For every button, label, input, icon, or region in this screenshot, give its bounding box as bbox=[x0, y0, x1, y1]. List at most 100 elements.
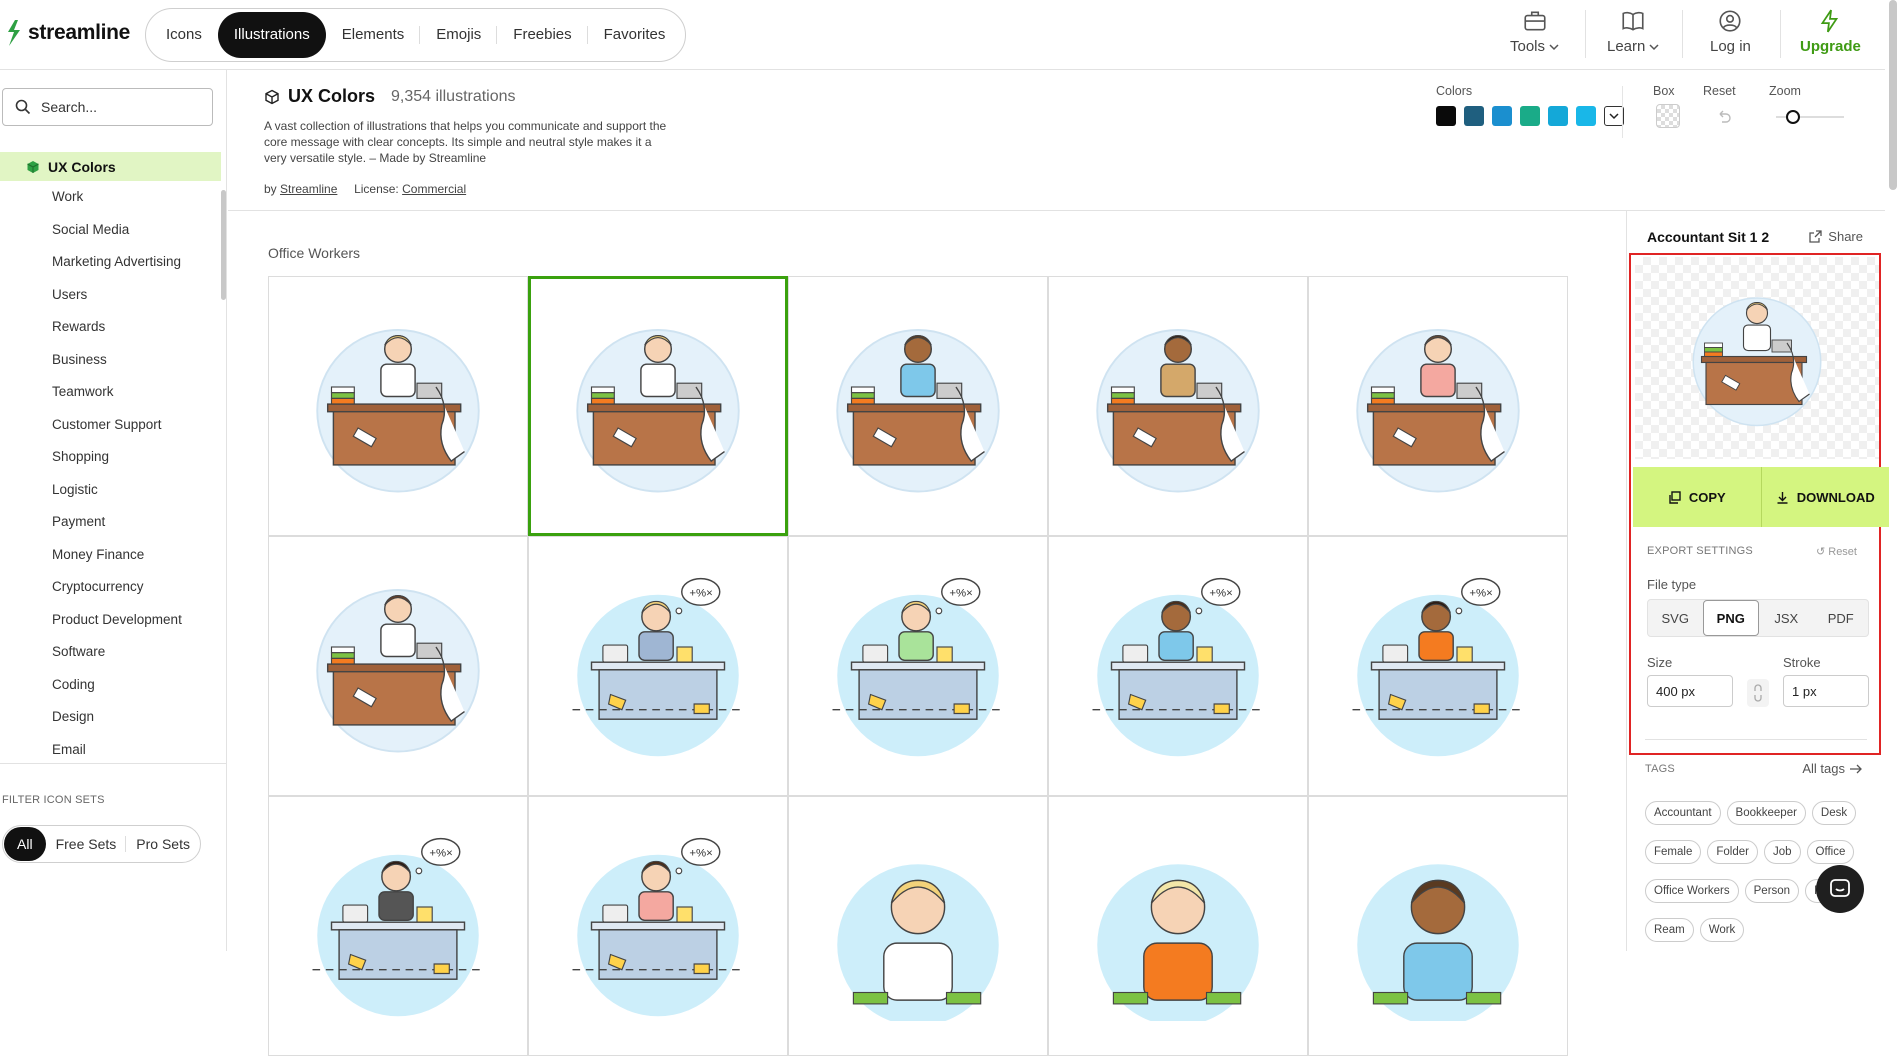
illustration-art bbox=[1356, 329, 1520, 493]
tag-chip[interactable]: Work bbox=[1699, 918, 1745, 942]
illustration-card[interactable] bbox=[1048, 796, 1308, 1056]
upgrade-button[interactable]: Upgrade bbox=[1800, 8, 1861, 55]
stroke-input[interactable]: 1 px bbox=[1783, 675, 1869, 707]
learn-menu[interactable]: Learn bbox=[1607, 8, 1659, 55]
nav-divider bbox=[1682, 10, 1683, 58]
illustration-card[interactable] bbox=[1308, 796, 1568, 1056]
color-swatches bbox=[1436, 106, 1624, 126]
download-icon bbox=[1777, 491, 1788, 504]
zoom-slider-handle[interactable] bbox=[1786, 110, 1800, 124]
illustration-card[interactable] bbox=[1048, 276, 1308, 536]
color-swatch[interactable] bbox=[1464, 106, 1484, 126]
tab-emojis[interactable]: Emojis bbox=[420, 12, 498, 58]
tab-freebies[interactable]: Freebies bbox=[497, 12, 589, 58]
illustration-card[interactable] bbox=[268, 536, 528, 796]
export-reset-label: Reset bbox=[1828, 546, 1857, 558]
sidebar-item-product-development[interactable]: Product Development bbox=[0, 604, 221, 637]
box-background-toggle[interactable] bbox=[1656, 104, 1680, 128]
filetype-svg[interactable]: SVG bbox=[1648, 600, 1703, 636]
chevron-down-icon bbox=[1649, 43, 1659, 50]
copy-button[interactable]: COPY bbox=[1633, 467, 1761, 527]
tab-elements[interactable]: Elements bbox=[326, 12, 421, 58]
tag-chip[interactable]: Accountant bbox=[1645, 801, 1721, 825]
filetype-jsx[interactable]: JSX bbox=[1759, 600, 1814, 636]
user-circle-icon bbox=[1719, 10, 1741, 32]
color-swatch[interactable] bbox=[1492, 106, 1512, 126]
search-input[interactable] bbox=[41, 99, 201, 115]
sidebar-item-software[interactable]: Software bbox=[0, 636, 221, 669]
illustration-card[interactable]: +%× bbox=[788, 536, 1048, 796]
sidebar-item-teamwork[interactable]: Teamwork bbox=[0, 376, 221, 409]
tab-illustrations[interactable]: Illustrations bbox=[217, 12, 326, 58]
illustration-card[interactable] bbox=[268, 276, 528, 536]
sidebar-item-email[interactable]: Email bbox=[0, 734, 221, 767]
undo-icon[interactable] bbox=[1716, 108, 1732, 124]
filter-sets-label: FILTER ICON SETS bbox=[2, 794, 105, 806]
sidebar-item-rewards[interactable]: Rewards bbox=[0, 311, 221, 344]
tag-chip[interactable]: Desk bbox=[1811, 801, 1857, 825]
svg-text:+%×: +%× bbox=[1469, 588, 1492, 600]
sidebar-item-ux-colors[interactable]: UX Colors bbox=[0, 152, 221, 181]
color-swatch[interactable] bbox=[1436, 106, 1456, 126]
illustration-card[interactable] bbox=[1308, 276, 1568, 536]
filetype-png[interactable]: PNG bbox=[1702, 600, 1759, 636]
sidebar-item-social-media[interactable]: Social Media bbox=[0, 214, 221, 247]
tab-favorites[interactable]: Favorites bbox=[588, 12, 682, 58]
illustration-card[interactable] bbox=[528, 276, 788, 536]
sidebar-item-logistic[interactable]: Logistic bbox=[0, 474, 221, 507]
color-swatch[interactable] bbox=[1576, 106, 1596, 126]
size-input[interactable]: 400 px bbox=[1647, 675, 1733, 707]
sidebar-item-customer-support[interactable]: Customer Support bbox=[0, 409, 221, 442]
brand-logo[interactable]: streamline bbox=[6, 20, 130, 46]
sidebar-scrollbar[interactable] bbox=[221, 190, 226, 300]
all-tags-link[interactable]: All tags bbox=[1802, 761, 1863, 776]
tab-icons[interactable]: Icons bbox=[150, 12, 218, 58]
panel-divider bbox=[1645, 739, 1867, 740]
colors-dropdown-button[interactable] bbox=[1604, 106, 1624, 126]
download-button[interactable]: DOWNLOAD bbox=[1760, 467, 1889, 527]
color-swatch[interactable] bbox=[1520, 106, 1540, 126]
sidebar-item-payment[interactable]: Payment bbox=[0, 506, 221, 539]
search-box[interactable] bbox=[2, 88, 213, 126]
link-proportions-button[interactable] bbox=[1747, 679, 1769, 707]
tag-chip[interactable]: Ream bbox=[1645, 918, 1694, 942]
sidebar-item-shopping[interactable]: Shopping bbox=[0, 441, 221, 474]
stroke-label: Stroke bbox=[1783, 655, 1821, 670]
sidebar-item-users[interactable]: Users bbox=[0, 279, 221, 312]
filetype-pdf[interactable]: PDF bbox=[1814, 600, 1869, 636]
export-reset-button[interactable]: ↺ Reset bbox=[1816, 545, 1857, 558]
tag-chip[interactable]: Folder bbox=[1707, 840, 1758, 864]
chat-support-button[interactable] bbox=[1816, 865, 1864, 913]
tag-chip[interactable]: Person bbox=[1744, 879, 1800, 903]
illustration-card[interactable]: +%× bbox=[1308, 536, 1568, 796]
illustration-card[interactable]: +%× bbox=[268, 796, 528, 1056]
share-button[interactable]: Share bbox=[1809, 229, 1863, 244]
page-scrollbar[interactable] bbox=[1889, 0, 1897, 190]
filter-free-sets[interactable]: Free Sets bbox=[46, 827, 127, 861]
illustration-card[interactable]: +%× bbox=[1048, 536, 1308, 796]
login-button[interactable]: Log in bbox=[1710, 8, 1751, 55]
color-swatch[interactable] bbox=[1548, 106, 1568, 126]
illustration-card[interactable] bbox=[788, 276, 1048, 536]
illustration-card[interactable] bbox=[788, 796, 1048, 1056]
author-link[interactable]: Streamline bbox=[280, 182, 337, 196]
sidebar-item-business[interactable]: Business bbox=[0, 344, 221, 377]
illustration-card[interactable]: +%× bbox=[528, 796, 788, 1056]
sidebar-item-work[interactable]: Work bbox=[0, 181, 221, 214]
tag-chip[interactable]: Office bbox=[1806, 840, 1855, 864]
tag-chip[interactable]: Female bbox=[1645, 840, 1702, 864]
sidebar-item-marketing-advertising[interactable]: Marketing Advertising bbox=[0, 246, 221, 279]
filter-pro-sets[interactable]: Pro Sets bbox=[126, 827, 200, 861]
tag-chip[interactable]: Office Workers bbox=[1645, 879, 1739, 903]
sidebar-item-coding[interactable]: Coding bbox=[0, 669, 221, 702]
tag-chip[interactable]: Job bbox=[1763, 840, 1801, 864]
illustration-card[interactable]: +%× bbox=[528, 536, 788, 796]
sidebar-item-money-finance[interactable]: Money Finance bbox=[0, 539, 221, 572]
sidebar-item-design[interactable]: Design bbox=[0, 701, 221, 734]
sidebar-item-cryptocurrency[interactable]: Cryptocurrency bbox=[0, 571, 221, 604]
tag-chip[interactable]: Bookkeeper bbox=[1726, 801, 1806, 825]
left-sidebar: UX Colors Work Social Media Marketing Ad… bbox=[0, 70, 227, 951]
license-link[interactable]: Commercial bbox=[402, 182, 466, 196]
tools-menu[interactable]: Tools bbox=[1510, 8, 1559, 55]
filter-all[interactable]: All bbox=[4, 827, 46, 861]
